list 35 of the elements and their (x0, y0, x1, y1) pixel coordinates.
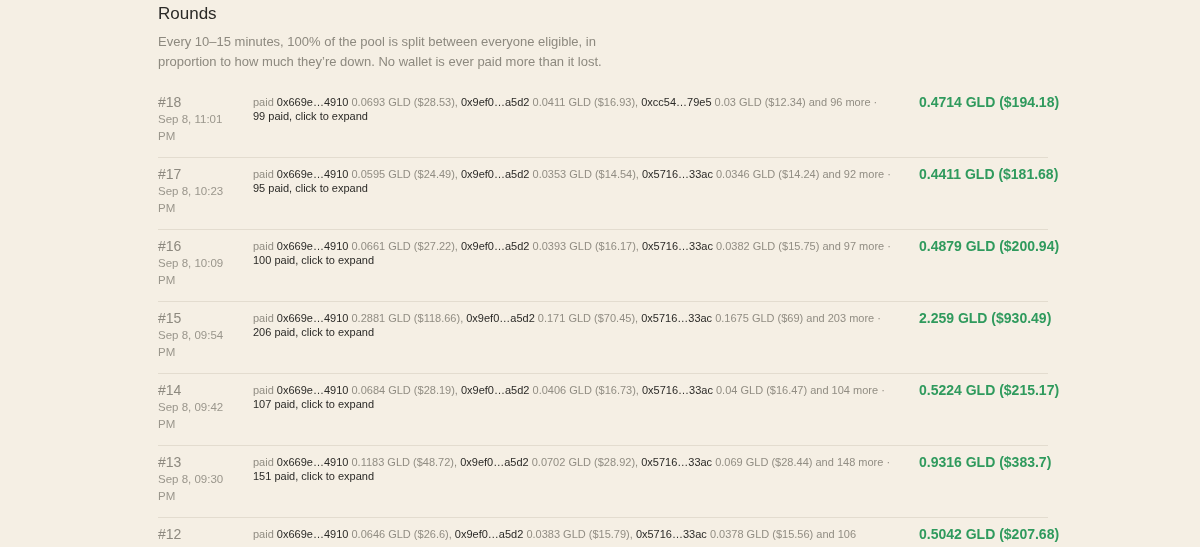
round-total: 0.5224 GLD ($215.17) (919, 381, 1060, 400)
round-date: Sep 8, 10:09 PM (158, 256, 225, 288)
round-number: #14 (158, 381, 183, 399)
round-number: #16 (158, 237, 183, 255)
expand-link[interactable]: 206 paid, click to expand (253, 326, 375, 338)
expand-link[interactable]: 99 paid, click to expand (253, 110, 368, 122)
round-date: Sep 8, 10:23 PM (158, 184, 225, 216)
round-total: 0.4411 GLD ($181.68) (919, 165, 1059, 184)
section-description: Every 10–15 minutes, 100% of the pool is split between everyone eligible, in proportion to how much they’re down. No wallet is ever paid more than it lost. (158, 33, 603, 71)
round-date: Sep 8, 09:42 PM (158, 400, 225, 432)
section-title: Rounds (158, 4, 218, 24)
expand-link[interactable]: 95 paid, click to expand (253, 182, 368, 194)
round-number: #12 (158, 525, 183, 543)
round-number: #15 (158, 309, 183, 327)
payout-summary: paid 0x669e…4910 0.0684 GLD ($28.19), 0x9ef0…a5d2 0.0406 GLD ($16.73), 0x5716…33ac 0.04 GLD ($16.47) and 104 more · 107 paid, click to expand (253, 383, 886, 412)
expand-link[interactable]: 107 paid, click to expand (253, 398, 375, 410)
payout-summary: paid 0x669e…4910 0.0693 GLD ($28.53), 0x9ef0…a5d2 0.0411 GLD ($16.93), 0xcc54…79e5 0.03 GLD ($12.34) and 96 more · 99 paid, click to expand (253, 95, 879, 124)
payout-summary: paid 0x669e…4910 0.0595 GLD ($24.49), 0x9ef0…a5d2 0.0353 GLD ($14.54), 0x5716…33ac 0.0346 GLD ($14.24) and 92 more · 95 paid, click to expand (253, 167, 892, 196)
expand-link[interactable]: 151 paid, click to expand (253, 470, 375, 482)
round-date: Sep 8, 09:54 PM (158, 328, 225, 360)
round-date: Sep 8, 11:01 PM (158, 112, 224, 144)
round-total: 2.259 GLD ($930.49) (919, 309, 1052, 328)
expand-link[interactable]: 100 paid, click to expand (253, 254, 375, 266)
round-total: 0.5042 GLD ($207.68) (919, 525, 1060, 543)
round-total: 0.9316 GLD ($383.7) (919, 453, 1052, 472)
round-number: #13 (158, 453, 183, 471)
round-total: 0.4714 GLD ($194.18) (919, 93, 1060, 112)
payout-summary: paid 0x669e…4910 0.0661 GLD ($27.22), 0x9ef0…a5d2 0.0393 GLD ($16.17), 0x5716…33ac 0.0382 GLD ($15.75) and 97 more · 100 paid, click to expand (253, 239, 892, 268)
payout-summary: paid 0x669e…4910 0.1183 GLD ($48.72), 0x9ef0…a5d2 0.0702 GLD ($28.92), 0x5716…33ac 0.069 GLD ($28.44) and 148 more · 151 paid, click to expand (253, 455, 892, 484)
round-number: #17 (158, 165, 183, 183)
round-number: #18 (158, 93, 183, 111)
payout-summary: paid 0x669e…4910 0.2881 GLD ($118.66), 0x9ef0…a5d2 0.171 GLD ($70.45), 0x5716…33ac 0.1675 GLD ($69) and 203 more · 206 paid, click to expand (253, 311, 882, 340)
round-date: Sep 8, 09:30 PM (158, 472, 225, 504)
payout-summary: paid 0x669e…4910 0.0646 GLD ($26.6), 0x9ef0…a5d2 0.0383 GLD ($15.79), 0x5716…33ac 0.0378 GLD ($15.56) and 106 (253, 527, 858, 542)
round-total: 0.4879 GLD ($200.94) (919, 237, 1060, 256)
